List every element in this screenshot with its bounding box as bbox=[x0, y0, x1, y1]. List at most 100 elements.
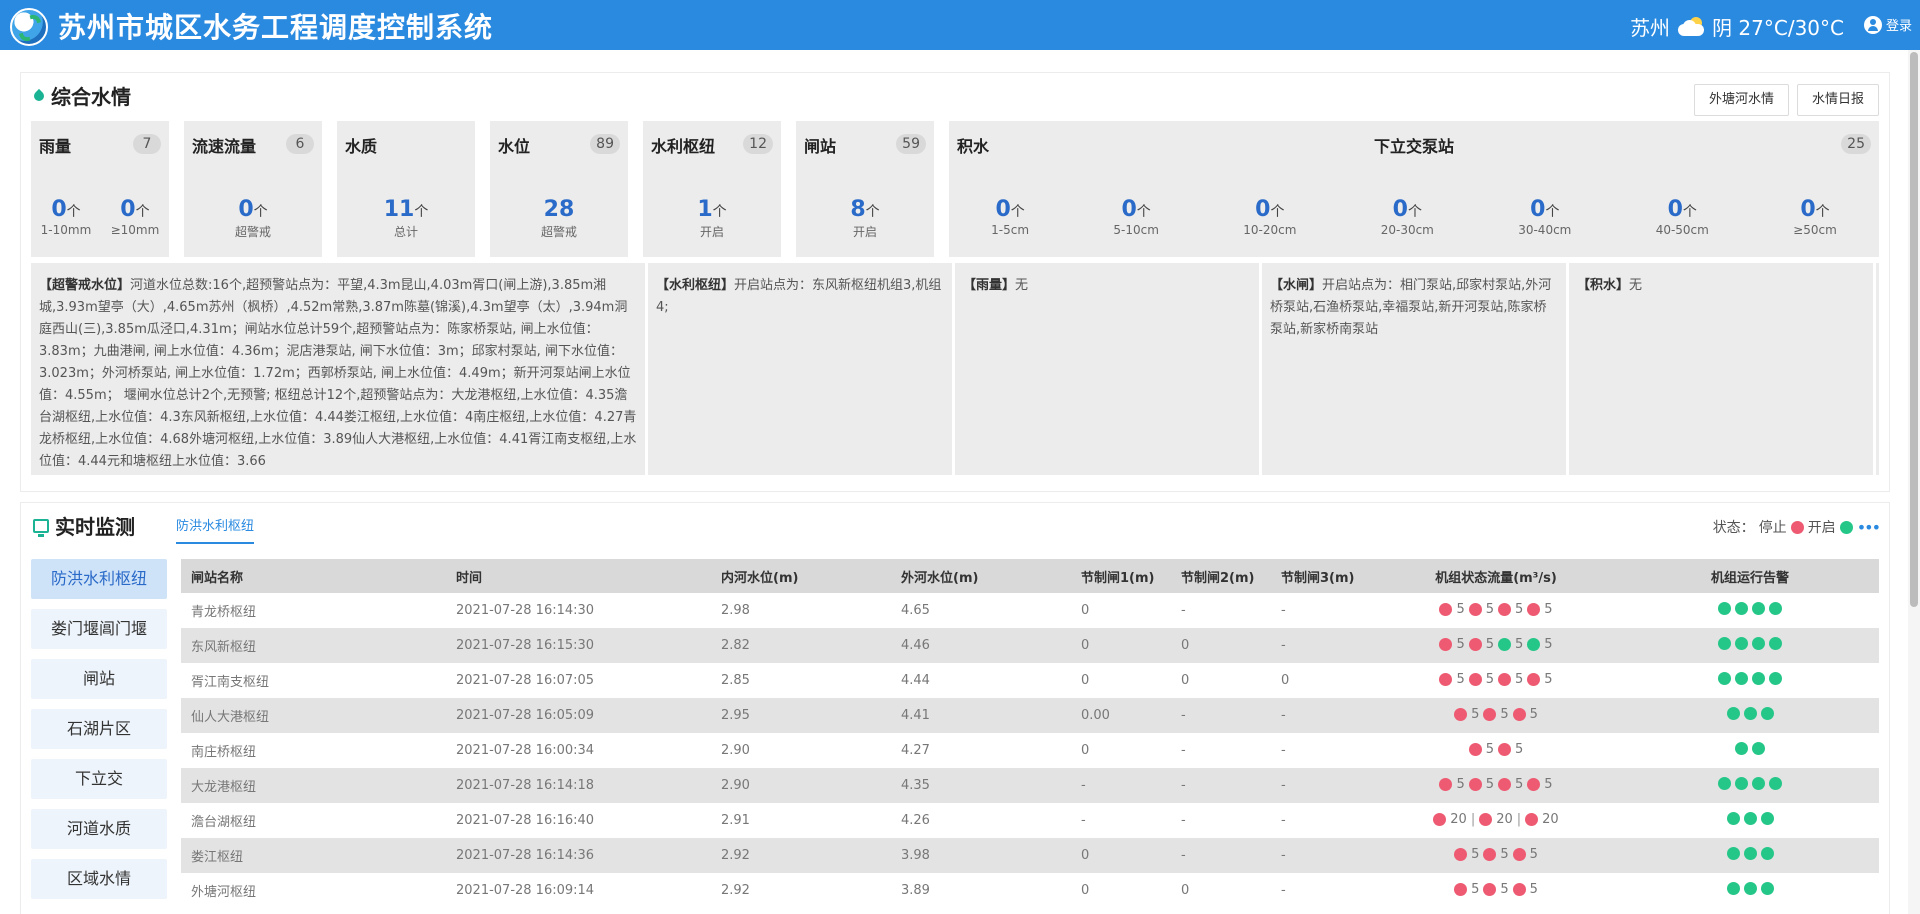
unit-status-list: 5 5 5 bbox=[1454, 707, 1538, 722]
table-row[interactable]: 澹台湖枢纽 2021-07-28 16:16:40 2.91 4.26- - -20 | 20… bbox=[181, 803, 1879, 838]
metric-caption: 5-10cm bbox=[1113, 223, 1159, 237]
unit-stopped-icon bbox=[1498, 742, 1511, 756]
alarm-list bbox=[1735, 742, 1765, 755]
alarm-list bbox=[1718, 672, 1782, 685]
unit-status-list: 5 5 5 bbox=[1454, 882, 1538, 897]
alarm-ok-icon bbox=[1726, 882, 1740, 895]
alarm-list bbox=[1726, 847, 1774, 860]
stat-card[interactable]: 水质 11个 总计 bbox=[337, 121, 475, 257]
table-cell: 4.44 bbox=[901, 673, 930, 688]
table-cell: 0 bbox=[1181, 638, 1190, 653]
menu-item[interactable]: 闸站 bbox=[31, 659, 167, 699]
alarm-ok-icon bbox=[1752, 672, 1765, 685]
column-header: 节制闸3(m) bbox=[1281, 570, 1355, 586]
metric-unit: 个 bbox=[135, 204, 150, 220]
metric: 0个 1-5cm bbox=[991, 197, 1029, 237]
waitang-river-button[interactable]: 外塘河水情 bbox=[1693, 84, 1789, 116]
unit-flow: 5 bbox=[1529, 881, 1538, 897]
alarm-ok-icon bbox=[1769, 602, 1782, 615]
metric: 0个 10-20cm bbox=[1243, 197, 1296, 237]
scrollbar-thumb[interactable] bbox=[1910, 52, 1918, 607]
table-cell: 2.91 bbox=[721, 813, 750, 828]
daily-report-button[interactable]: 水情日报 bbox=[1796, 84, 1879, 116]
table-row[interactable]: 胥江南支枢纽 2021-07-28 16:07:05 2.85 4.44 0 0 0 5 5 5 5 bbox=[181, 663, 1879, 698]
alerts-strip: 【超警戒水位】河道水位总数:16个,超预警站点为：平望,4.3m昆山,4.03m… bbox=[31, 263, 1879, 475]
metric-value: 0 bbox=[238, 197, 254, 222]
table-row[interactable]: 仙人大港枢纽 2021-07-28 16:05:09 2.95 4.41 0.00 - - 5… bbox=[181, 698, 1879, 733]
stat-card[interactable]: 水利枢纽 12 1个 开启 bbox=[643, 121, 781, 257]
unit-flow: 5 bbox=[1544, 776, 1553, 792]
unit-status-cell: 5 5 5 5 bbox=[1371, 637, 1621, 655]
alert-tag: 【雨量】 bbox=[963, 278, 1016, 293]
weather-city: 苏州 bbox=[1630, 16, 1671, 40]
table-cell: 4.26 bbox=[901, 813, 930, 828]
menu-item[interactable]: 石湖片区 bbox=[31, 709, 167, 749]
table-cell: - bbox=[1281, 848, 1286, 863]
unit-status-list: 55 bbox=[1468, 742, 1523, 757]
metric-caption: 开启 bbox=[699, 225, 724, 239]
metric: 11个 总计 bbox=[384, 197, 429, 240]
more-icon[interactable]: ••• bbox=[1857, 518, 1881, 537]
menu-item[interactable]: 防洪水利枢纽 bbox=[31, 559, 167, 599]
alert-column: 【雨量】无 bbox=[955, 263, 1262, 475]
metric-value: 0 bbox=[1392, 197, 1408, 222]
table-row[interactable]: 东风新枢纽 2021-07-28 16:15:30 2.82 4.46 0 0 - 5 5 5 5 bbox=[181, 628, 1879, 663]
stat-card[interactable]: 水位 89 28 超警戒 bbox=[490, 121, 628, 257]
unit-flow: 5 bbox=[1485, 671, 1494, 687]
menu-item[interactable]: 下立交 bbox=[31, 759, 167, 799]
water-overview-panel: 综合水情 外塘河水情 水情日报 雨量 7 0个 1-10mm 0个 ≥10mm 流速流量 6 0… bbox=[20, 72, 1890, 492]
menu-item[interactable]: 区域水情 bbox=[31, 859, 167, 899]
stat-card[interactable]: 闸站 59 8个 开启 bbox=[796, 121, 934, 257]
table-row[interactable]: 青龙桥枢纽 2021-07-28 16:14:30 2.98 4.65 0 - - 5 5 5 5 bbox=[181, 593, 1879, 628]
card-label: 水位 bbox=[498, 137, 531, 156]
monitor-title: 实时监测 bbox=[33, 511, 135, 540]
tab-flood-hubs[interactable]: 防洪水利枢纽 bbox=[176, 515, 255, 544]
metric-unit: 个 bbox=[414, 204, 429, 220]
unit-flow: 5 bbox=[1515, 776, 1524, 792]
unit-stopped-icon bbox=[1498, 602, 1511, 616]
metric-caption: 30-40cm bbox=[1518, 223, 1572, 237]
alarm-ok-icon bbox=[1735, 742, 1748, 755]
table-cell: 2.95 bbox=[721, 708, 750, 723]
table-cell: 2.98 bbox=[721, 603, 750, 618]
unit-stopped-icon bbox=[1454, 882, 1468, 896]
unit-stopped-icon bbox=[1439, 637, 1453, 651]
table-row[interactable]: 娄江枢纽 2021-07-28 16:14:36 2.92 3.98 0 - - 5 5 5 bbox=[181, 838, 1879, 873]
user-icon bbox=[1863, 15, 1882, 34]
alert-column: 【积水】无 bbox=[1569, 263, 1876, 475]
unit-running-icon bbox=[1527, 637, 1541, 651]
alarm-ok-icon bbox=[1718, 637, 1731, 650]
alarm-ok-icon bbox=[1743, 847, 1757, 860]
unit-stopped-icon bbox=[1512, 882, 1526, 896]
alarm-ok-icon bbox=[1735, 672, 1748, 685]
unit-stopped-icon bbox=[1468, 672, 1482, 686]
alarm-cell bbox=[1621, 882, 1879, 899]
metric-row: 28 超警戒 bbox=[490, 197, 628, 240]
menu-item[interactable]: 娄门堰阊门堰 bbox=[31, 609, 167, 649]
alarm-list bbox=[1718, 602, 1782, 615]
unit-status-cell: 55 bbox=[1371, 742, 1621, 760]
metric-row: 0个 超警戒 bbox=[184, 197, 322, 240]
table-row[interactable]: 南庄桥枢纽 2021-07-28 16:00:34 2.90 4.27 0- -5 5 bbox=[181, 733, 1879, 768]
metric-caption: 1-5cm bbox=[991, 223, 1030, 237]
stat-card[interactable]: 流速流量 6 0个 超警戒 bbox=[184, 121, 322, 257]
alarm-ok-icon bbox=[1752, 637, 1765, 650]
alarm-cell bbox=[1621, 637, 1879, 654]
alarm-ok-icon bbox=[1735, 637, 1748, 650]
alarm-ok-icon bbox=[1752, 777, 1765, 790]
metric-caption: 开启 bbox=[852, 225, 877, 239]
menu-item[interactable]: 河道水质 bbox=[31, 809, 167, 849]
login-button[interactable]: 登录 bbox=[1863, 15, 1912, 34]
table-row[interactable]: 外塘河枢纽 2021-07-28 16:09:14 2.92 3.89 0 0 - 5 5 5 bbox=[181, 873, 1879, 908]
count-badge: 12 bbox=[743, 134, 773, 154]
metric-caption: 40-50cm bbox=[1655, 223, 1709, 237]
ponding-underpass-card[interactable]: 积水 下立交泵站 25 0个 1-5cm 0个 5-10cm 0个 10-20cm 0个 20-30… bbox=[949, 121, 1879, 257]
table-row[interactable]: 大龙港枢纽 2021-07-28 16:14:18 2.90 4.35 - - - 5 5 5 5 bbox=[181, 768, 1879, 803]
metric: 0个 20-30cm bbox=[1381, 197, 1434, 237]
stat-card[interactable]: 雨量 7 0个 1-10mm 0个 ≥10mm bbox=[31, 121, 169, 257]
table-cell: - bbox=[1181, 848, 1186, 863]
table-cell: 0 bbox=[1081, 638, 1090, 653]
count-badge: 89 bbox=[590, 134, 620, 154]
unit-flow: 20 bbox=[1450, 811, 1467, 827]
card-label: 雨量 bbox=[39, 137, 72, 156]
